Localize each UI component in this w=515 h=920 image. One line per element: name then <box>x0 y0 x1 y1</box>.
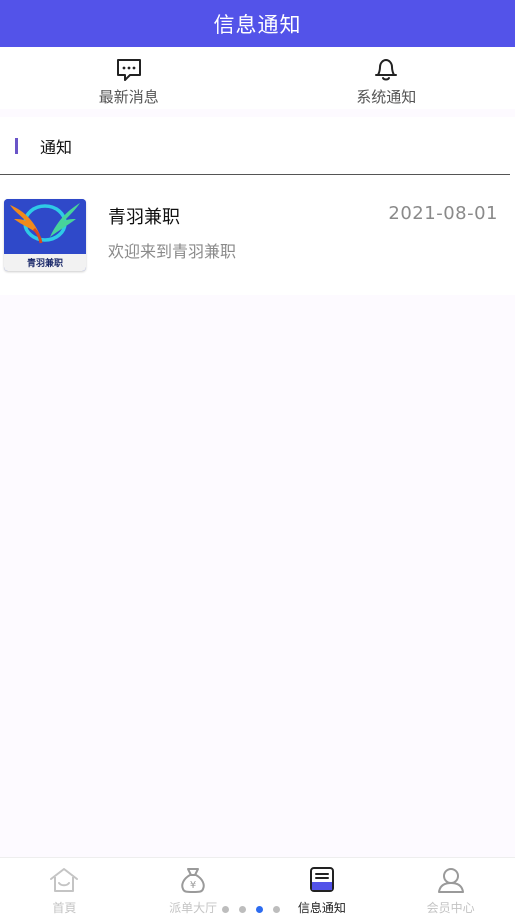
wings-logo-icon <box>4 199 86 254</box>
nav-label: 派单大厅 <box>169 901 218 915</box>
page-dot <box>222 906 229 913</box>
tab-label: 最新消息 <box>98 88 159 106</box>
page-dot <box>273 906 280 913</box>
money-bag-icon: ¥ <box>181 868 205 893</box>
user-icon <box>437 868 464 893</box>
tab-system-notice[interactable]: 系统通知 <box>258 47 515 109</box>
section-accent-bar <box>15 137 18 154</box>
page-dot <box>239 906 246 913</box>
nav-item-home[interactable]: 首頁 <box>0 858 129 920</box>
tab-label: 系统通知 <box>356 88 417 106</box>
nav-label: 会员中心 <box>426 901 475 915</box>
page-dot-active <box>256 906 263 913</box>
message-sender: 青羽兼职 <box>108 207 180 228</box>
nav-item-member-center[interactable]: 会员中心 <box>386 858 515 920</box>
notice-section: 通知 青羽兼职 青羽兼职 2021-08-01 欢迎来到青羽兼职 <box>0 117 515 295</box>
page-indicator <box>222 906 280 913</box>
nav-label: 首頁 <box>52 901 77 915</box>
list-item[interactable]: 青羽兼职 青羽兼职 2021-08-01 欢迎来到青羽兼职 <box>0 199 515 275</box>
chat-bubble-icon <box>116 59 141 81</box>
top-bar: 信息通知 <box>0 0 515 47</box>
bell-icon <box>375 59 398 81</box>
message-preview: 欢迎来到青羽兼职 <box>108 242 237 261</box>
home-icon <box>50 868 79 892</box>
avatar: 青羽兼职 <box>4 199 86 271</box>
section-title: 通知 <box>40 137 73 157</box>
page-title: 信息通知 <box>213 12 302 37</box>
message-list-icon <box>309 867 334 892</box>
message-tabs: 最新消息 系统通知 <box>0 47 515 109</box>
svg-text:¥: ¥ <box>190 880 196 891</box>
message-date: 2021-08-01 <box>388 203 498 224</box>
tab-latest-messages[interactable]: 最新消息 <box>0 47 258 109</box>
avatar-caption: 青羽兼职 <box>4 254 86 271</box>
section-header: 通知 <box>0 117 510 175</box>
nav-label: 信息通知 <box>297 901 346 915</box>
